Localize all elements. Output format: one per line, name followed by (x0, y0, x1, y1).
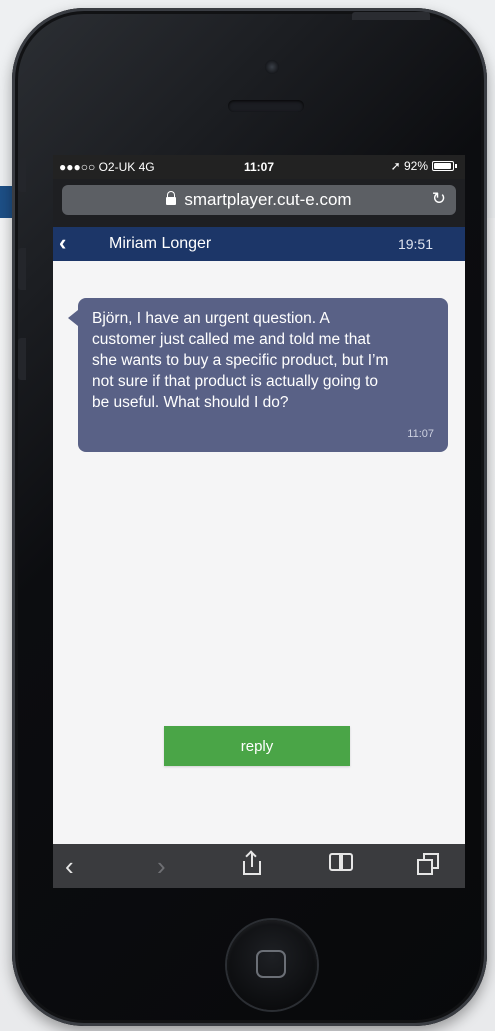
battery-icon (432, 161, 454, 171)
chat-header: ‹ Miriam Longer 19:51 (53, 227, 465, 261)
reply-button[interactable]: reply (164, 726, 350, 766)
volume-up-button (18, 248, 26, 290)
battery-tip (455, 164, 457, 168)
volume-down-button (18, 338, 26, 380)
power-button (352, 12, 430, 20)
url-display[interactable]: smartplayer.cut-e.com (62, 190, 456, 210)
bubble-tail (68, 310, 78, 326)
home-button-icon (256, 950, 286, 978)
battery-fill (434, 163, 451, 169)
battery-percent: ➚ 92% (390, 159, 428, 173)
bookmarks-icon[interactable] (329, 853, 355, 873)
reload-icon[interactable]: ↻ (432, 189, 446, 209)
back-icon[interactable]: ‹ (65, 853, 74, 879)
back-arrow-icon[interactable]: ‹ (59, 231, 66, 255)
contact-name: Miriam Longer (109, 235, 212, 252)
front-camera (265, 60, 279, 74)
mute-switch (18, 158, 26, 192)
address-bar[interactable]: smartplayer.cut-e.com ↻ (62, 185, 456, 215)
browser-toolbar: ‹ › (53, 844, 465, 888)
message-bubble: Björn, I have an urgent question. A cust… (68, 298, 448, 452)
forward-icon[interactable]: › (157, 853, 166, 879)
message-text: Björn, I have an urgent question. A cust… (92, 310, 389, 411)
tabs-icon[interactable] (417, 853, 441, 875)
phone-screen: ●●●○○ O2-UK 4G 11:07 ➚ 92% smartplayer.c… (53, 155, 465, 888)
url-text: smartplayer.cut-e.com (184, 190, 352, 209)
status-right: ➚ 92% (391, 159, 457, 173)
share-icon[interactable] (243, 850, 261, 875)
header-time: 19:51 (397, 236, 433, 252)
message-time: 11:07 (407, 428, 434, 440)
earpiece-speaker (228, 100, 304, 112)
lock-icon (166, 191, 177, 205)
browser-chrome: smartplayer.cut-e.com ↻ (53, 179, 465, 227)
status-bar: ●●●○○ O2-UK 4G 11:07 ➚ 92% (53, 155, 465, 179)
